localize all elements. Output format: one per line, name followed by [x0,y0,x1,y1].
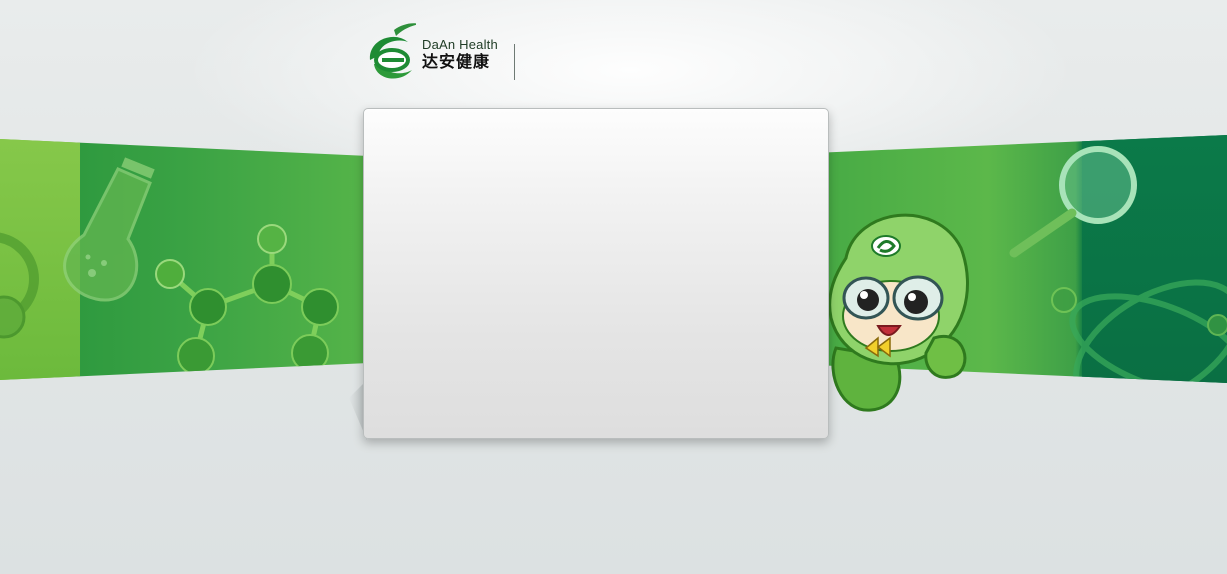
flask-icon [63,157,155,302]
mascot-icon [828,213,969,412]
molecule-icon [155,224,339,375]
daan-e-logo-icon [369,23,416,79]
brand-name-en: DaAn Health [422,37,498,52]
microscope-icon [0,232,39,339]
main-content-panel [363,108,829,439]
left-banner-art [0,157,339,375]
brand-name-cn: 达安健康 [422,54,491,71]
brand-text: DaAn Health 达安健康 [422,37,498,73]
header-divider [514,44,515,80]
brand-logo[interactable]: DaAn Health 达安健康 [364,20,524,90]
magnifier-icon [1009,146,1137,258]
atom-orbit-icon [1051,279,1227,383]
left-banner [0,139,366,380]
